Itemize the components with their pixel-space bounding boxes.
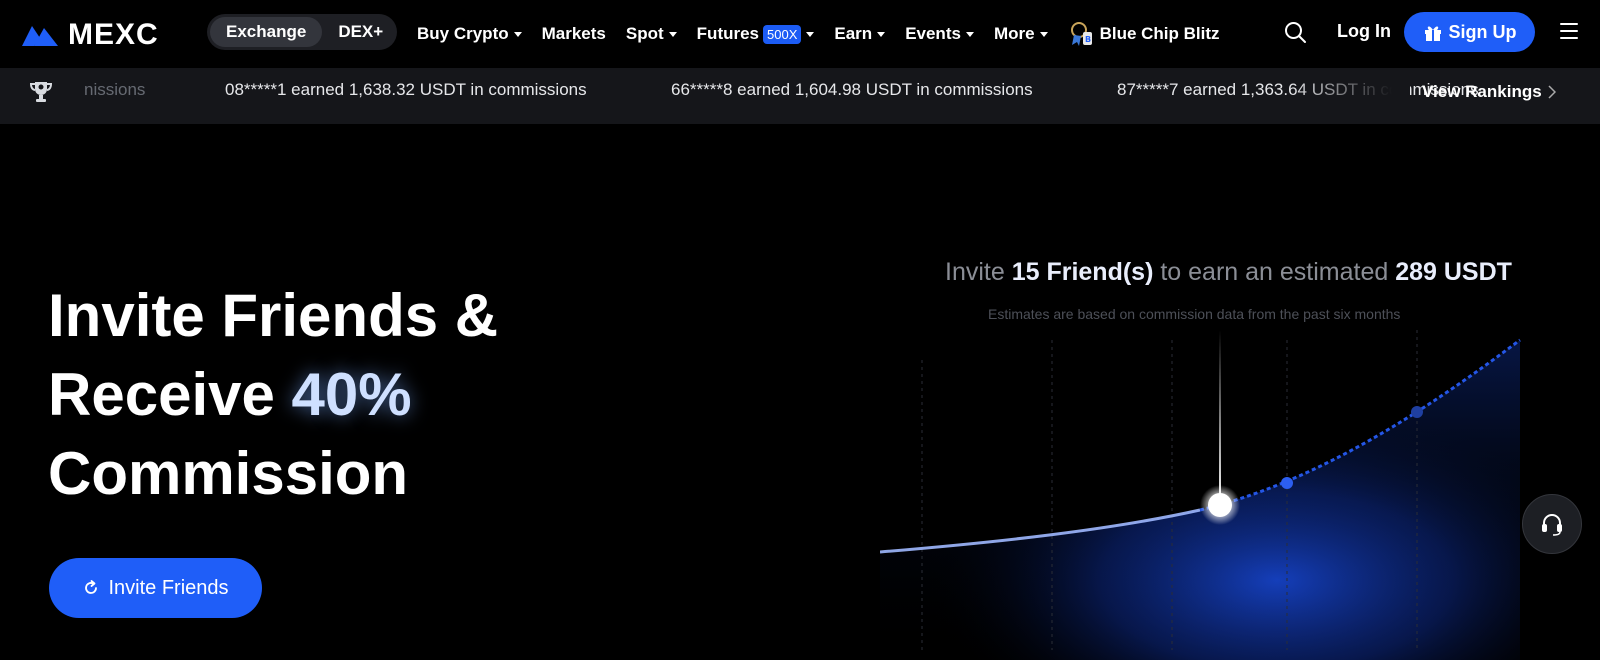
caret-down-icon xyxy=(806,31,815,37)
earnings-estimate: Invite 15 Friend(s) to earn an estimated… xyxy=(945,258,1512,287)
trophy-icon xyxy=(30,82,52,102)
search-icon[interactable] xyxy=(1283,20,1307,44)
invite-friends-label: Invite Friends xyxy=(108,576,229,599)
gift-icon xyxy=(1424,26,1441,41)
hero-headline: Invite Friends & Receive 40% Commission xyxy=(48,276,498,513)
refresh-icon xyxy=(85,580,98,594)
menu-earn-label: Earn xyxy=(834,24,873,43)
mexc-logo[interactable]: MEXC xyxy=(20,18,159,52)
invite-friends-button[interactable]: Invite Friends xyxy=(49,558,262,618)
estimate-middle: to earn an estimated xyxy=(1153,258,1396,286)
ticker-fade xyxy=(1290,68,1410,124)
menu-markets[interactable]: Markets xyxy=(542,24,606,44)
menu-buy-crypto-label: Buy Crypto xyxy=(417,24,509,43)
menu-hamburger-icon[interactable] xyxy=(1560,23,1578,39)
menu-more[interactable]: More xyxy=(994,24,1048,44)
signup-button[interactable]: Sign Up xyxy=(1404,12,1535,52)
menu-spot-label: Spot xyxy=(625,24,664,43)
menu-spot[interactable]: Spot xyxy=(626,24,677,44)
hero-commission-rate: 40% xyxy=(291,361,412,428)
hero-line-3: Commission xyxy=(48,440,409,507)
caret-down-icon xyxy=(1039,31,1048,37)
menu-blue-chip-blitz[interactable]: B Blue Chip Blitz xyxy=(1068,21,1220,47)
view-rankings-link[interactable]: View Rankings xyxy=(1422,82,1556,102)
main-menu: Buy Crypto Markets Spot Futures 500X Earn… xyxy=(417,0,1240,68)
friend-count: 15 Friend(s) xyxy=(1011,258,1154,286)
estimate-prefix: Invite xyxy=(945,258,1012,286)
hero-line-2-text: Receive xyxy=(48,361,292,428)
commission-ticker: nissions 08*****1 earned 1,638.32 USDT i… xyxy=(0,68,1600,124)
top-nav: MEXC Exchange DEX+ Buy Crypto Markets Sp… xyxy=(0,0,1600,68)
hero-line-1: Invite Friends & xyxy=(48,282,499,349)
mexc-logo-icon xyxy=(22,26,58,46)
menu-more-label: More xyxy=(993,24,1035,43)
ticker-entry: 08*****1 earned 1,638.32 USDT in commiss… xyxy=(225,80,587,99)
caret-down-icon xyxy=(965,31,974,37)
headset-icon xyxy=(1542,514,1562,536)
menu-futures[interactable]: Futures 500X xyxy=(697,24,815,44)
menu-markets-label: Markets xyxy=(541,24,606,43)
caret-down-icon xyxy=(668,31,677,37)
mode-switch: Exchange DEX+ xyxy=(207,14,397,50)
mode-dex[interactable]: DEX+ xyxy=(322,17,399,47)
menu-futures-label: Futures xyxy=(696,24,760,43)
customer-support-button[interactable] xyxy=(1522,494,1582,554)
caret-down-icon xyxy=(513,31,522,37)
hero-line-2: Receive 40% xyxy=(48,355,498,434)
earnings-curve-graphic xyxy=(880,330,1521,660)
menu-events[interactable]: Events xyxy=(905,24,974,44)
leverage-badge: 500X xyxy=(763,24,802,44)
blitz-label: Blue Chip Blitz xyxy=(1099,24,1220,43)
brand-name: MEXC xyxy=(68,18,159,51)
view-rankings-label: View Rankings xyxy=(1422,82,1542,101)
signup-label: Sign Up xyxy=(1448,21,1517,42)
chevron-right-icon xyxy=(1548,85,1556,99)
caret-down-icon xyxy=(877,31,886,37)
estimated-amount: 289 USDT xyxy=(1395,258,1512,286)
svg-text:B: B xyxy=(1085,35,1091,44)
mode-exchange[interactable]: Exchange xyxy=(210,17,323,47)
login-button[interactable]: Log In xyxy=(1337,21,1391,42)
menu-events-label: Events xyxy=(905,24,961,43)
ticker-entry: 66*****8 earned 1,604.98 USDT in commiss… xyxy=(671,80,1033,99)
blitz-icon: B xyxy=(1070,22,1092,46)
ticker-entry-partial: nissions xyxy=(84,80,146,99)
menu-earn[interactable]: Earn xyxy=(834,24,886,44)
menu-buy-crypto[interactable]: Buy Crypto xyxy=(417,24,522,44)
